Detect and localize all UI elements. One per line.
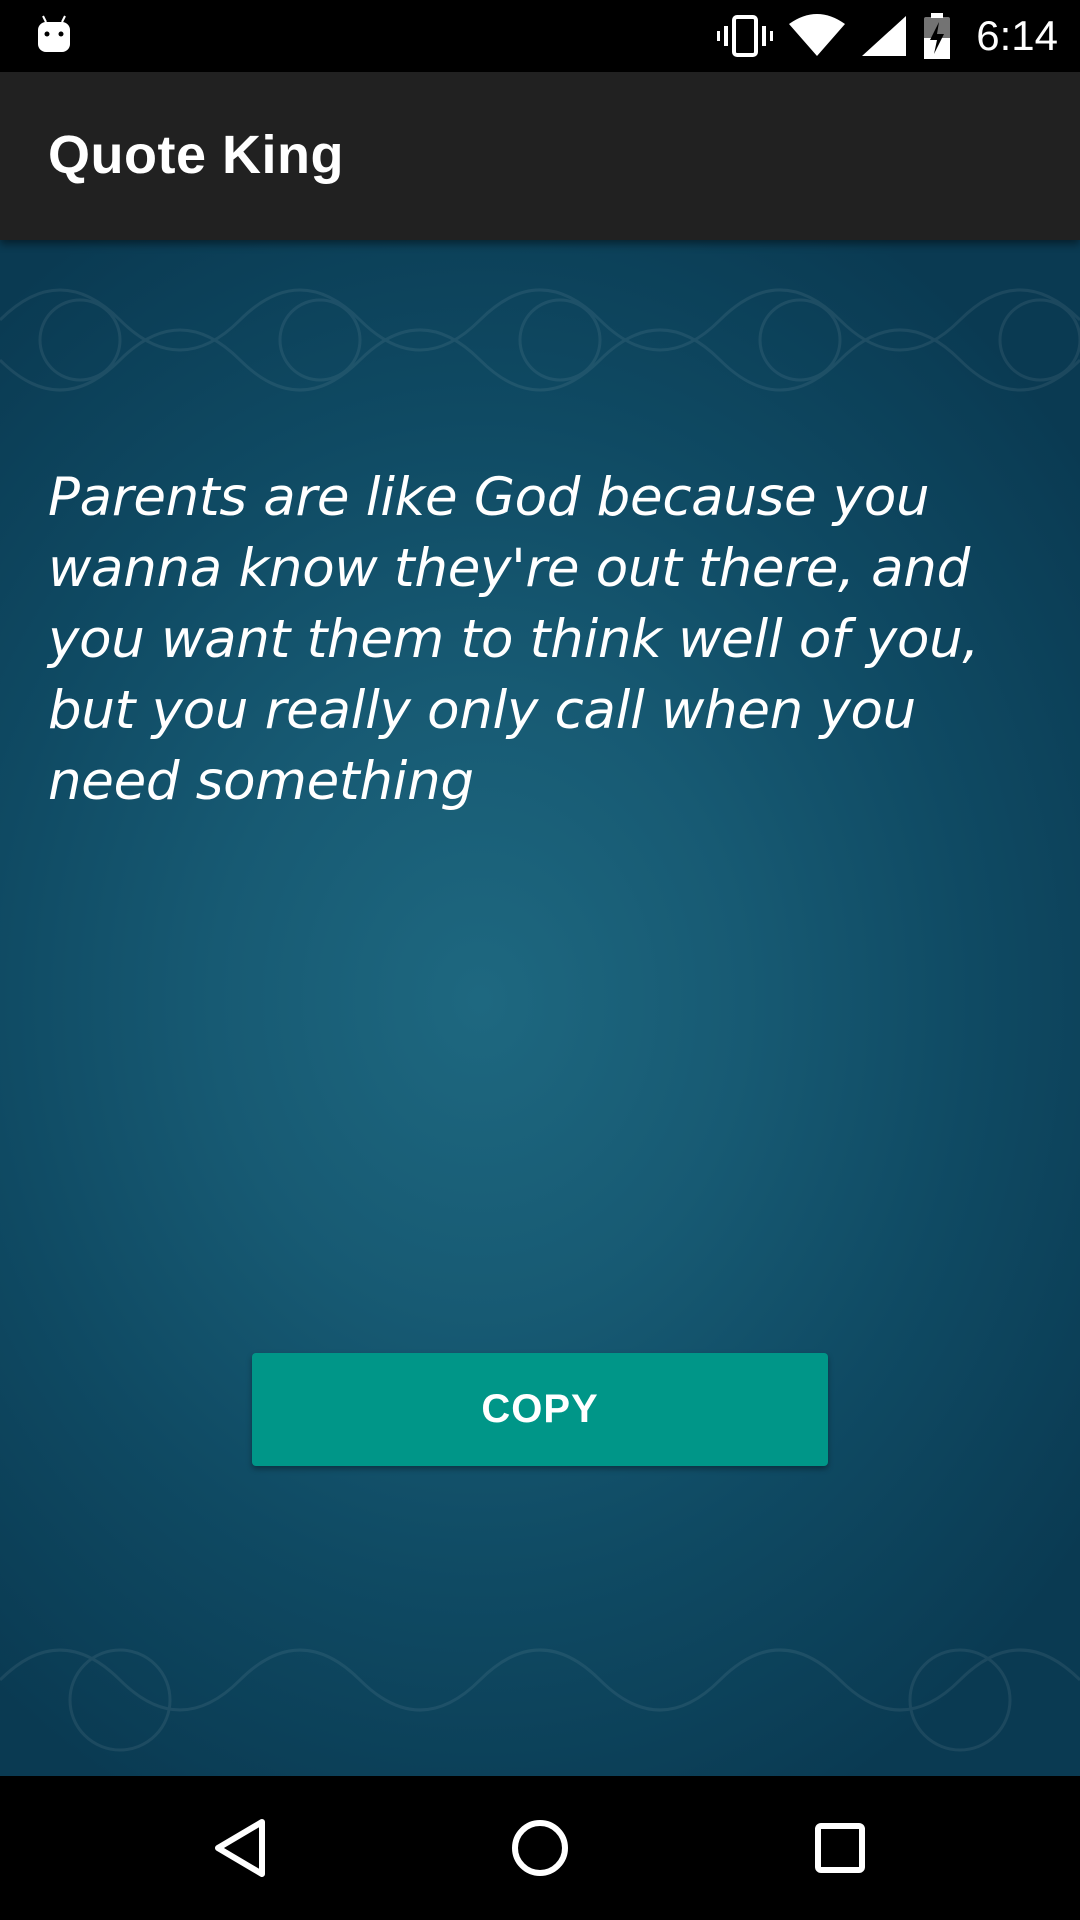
home-button[interactable] (490, 1798, 590, 1898)
vibrate-icon (717, 15, 774, 57)
status-icons: 6:14 (716, 0, 1058, 72)
wifi-icon (789, 14, 846, 56)
app-bar: Quote King (0, 72, 1080, 240)
status-bar: 6:14 (0, 0, 1080, 72)
android-notification-icon (38, 15, 70, 52)
recents-button[interactable] (790, 1798, 890, 1898)
home-icon (512, 1820, 568, 1876)
back-icon (215, 1819, 265, 1877)
recents-icon (815, 1823, 865, 1873)
battery-charging-icon (924, 13, 951, 59)
cell-signal-icon (862, 16, 907, 56)
copy-button[interactable]: COPY (252, 1353, 828, 1466)
clock: 6:14 (976, 12, 1058, 59)
quote-text: Parents are like God because you wanna k… (48, 467, 979, 812)
navigation-bar (0, 1776, 1080, 1920)
screen: 6:14 Quote King Parents are like God bec… (0, 0, 1080, 1920)
quote-content: Parents are like God because you wanna k… (0, 240, 1080, 1776)
back-button[interactable] (190, 1798, 290, 1898)
app-title: Quote King (48, 125, 344, 185)
